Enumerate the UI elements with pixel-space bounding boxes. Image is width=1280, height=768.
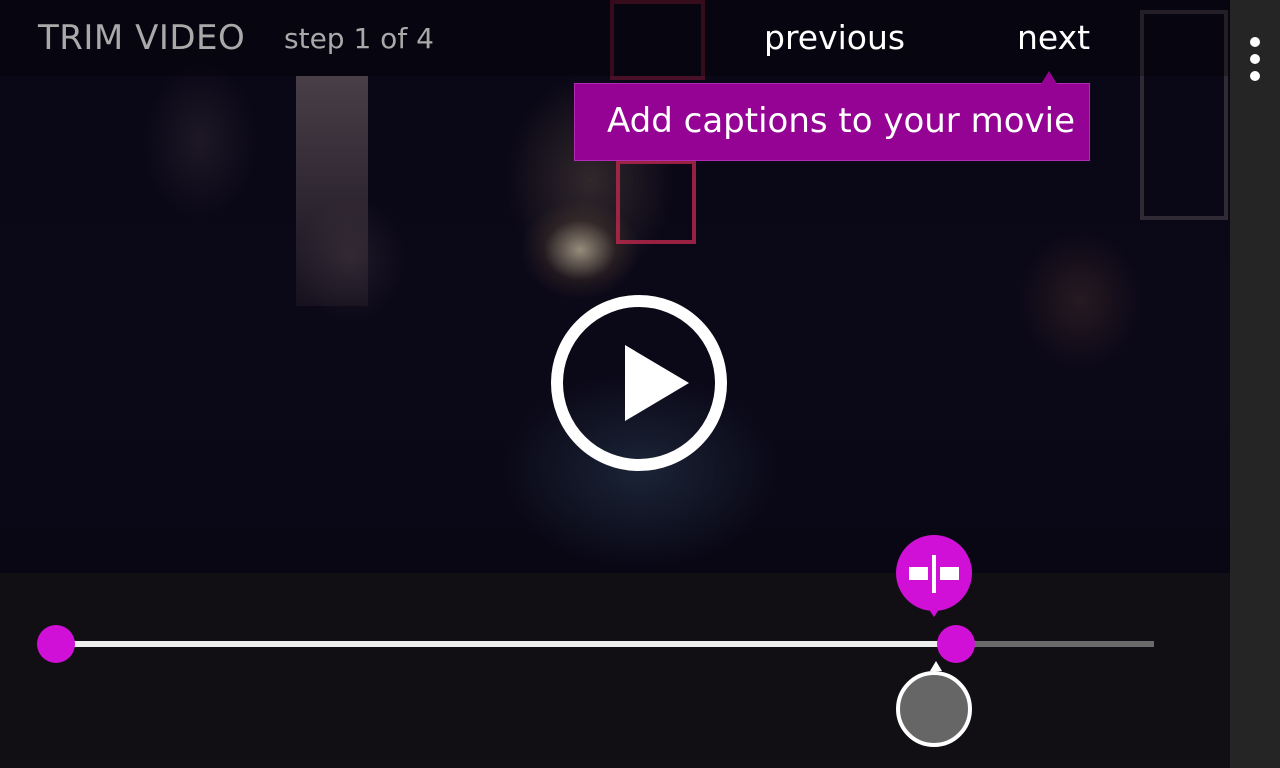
playhead-handle[interactable] [896,661,973,747]
split-icon [909,555,960,593]
tooltip-text: Add captions to your movie [607,101,1075,141]
split-button[interactable] [896,535,973,617]
play-icon [625,345,689,421]
next-step-tooltip: Add captions to your movie [574,71,1090,161]
more-ellipsis-icon [1250,71,1260,81]
video-scene-window [616,160,696,244]
more-options-button[interactable] [1243,32,1267,86]
more-ellipsis-icon [1250,54,1260,64]
next-button[interactable]: next [1017,18,1090,57]
trim-start-handle[interactable] [37,625,75,663]
trim-panel [0,573,1230,768]
timeline-selected-range [56,641,957,647]
previous-button[interactable]: previous [764,18,905,57]
page-title: TRIM VIDEO [38,18,246,58]
play-button[interactable] [551,295,727,471]
video-scene-wall [296,76,368,306]
step-indicator: step 1 of 4 [284,22,434,55]
more-ellipsis-icon [1250,37,1260,47]
app-bar [1230,0,1280,768]
